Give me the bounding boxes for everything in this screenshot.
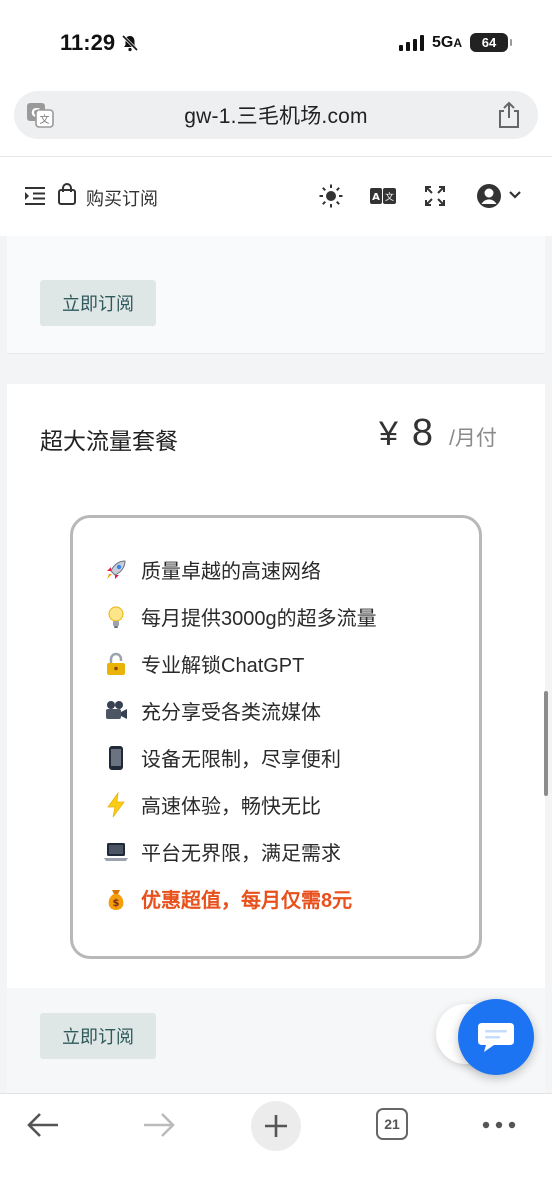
list-item: 平台无界限，满足需求 xyxy=(103,828,479,875)
plan-price: ¥ 8 /月付 xyxy=(379,412,497,455)
status-time: 11:29 xyxy=(60,30,139,56)
status-bar: 11:29 5GA 64 xyxy=(0,0,552,88)
page-title: 购买订阅 xyxy=(86,189,158,209)
feature-text: 设备无限制，尽享便利 xyxy=(141,749,341,771)
share-icon[interactable] xyxy=(496,101,522,129)
list-item: 专业解锁ChatGPT xyxy=(103,640,479,687)
subscribe-button[interactable]: 立即订阅 xyxy=(40,1013,156,1059)
price-amount: 8 xyxy=(411,412,434,454)
subscribe-button[interactable]: 立即订阅 xyxy=(40,280,156,326)
video-camera-icon xyxy=(106,700,127,719)
battery-level: 64 xyxy=(481,35,497,50)
back-arrow-icon[interactable] xyxy=(26,1110,60,1140)
feature-text: 质量卓越的高速网络 xyxy=(141,561,321,583)
rocket-icon xyxy=(107,559,126,579)
laptop-icon xyxy=(104,842,128,861)
feature-text: 高速体验，畅快无比 xyxy=(141,796,321,818)
plan-name: 超大流量套餐 xyxy=(40,428,178,454)
network-label: 5GA xyxy=(431,33,462,51)
fullscreen-icon[interactable] xyxy=(425,186,445,206)
svg-text:文: 文 xyxy=(385,191,394,203)
list-item: 充分享受各类流媒体 xyxy=(103,687,479,734)
list-item: $ 优惠超值，每月仅需8元 xyxy=(103,875,479,922)
site-header: 购买订阅 A 文 xyxy=(0,156,552,236)
menu-toggle-icon[interactable] xyxy=(24,185,46,207)
feature-list: 质量卓越的高速网络 每月提供3000g的超多流量 专业解锁ChatGPT 充分享… xyxy=(70,515,482,959)
language-icon[interactable]: A 文 xyxy=(370,187,396,205)
feature-text: 专业解锁ChatGPT xyxy=(141,655,305,677)
new-tab-button[interactable] xyxy=(251,1101,301,1151)
mobile-phone-icon xyxy=(109,745,123,770)
feature-text: 每月提供3000g的超多流量 xyxy=(141,608,377,630)
chat-support-button[interactable] xyxy=(458,999,534,1075)
lock-icon xyxy=(107,652,125,675)
svg-text:$: $ xyxy=(113,898,120,909)
url-text[interactable]: gw-1.三毛机场.com xyxy=(184,100,367,130)
list-item: 质量卓越的高速网络 xyxy=(103,546,479,593)
theme-toggle-icon[interactable] xyxy=(319,184,343,208)
user-avatar-icon[interactable] xyxy=(476,183,502,209)
feature-text: 充分享受各类流媒体 xyxy=(141,702,321,724)
address-bar[interactable]: G 文 gw-1.三毛机场.com xyxy=(14,91,538,139)
more-options-icon[interactable] xyxy=(482,1120,516,1130)
plus-icon xyxy=(265,1115,287,1137)
forward-arrow-icon[interactable] xyxy=(142,1110,176,1140)
feature-text: 优惠超值，每月仅需8元 xyxy=(141,890,353,912)
status-indicators: 5GA 64 xyxy=(398,33,512,52)
feature-text: 平台无界限，满足需求 xyxy=(141,843,341,865)
signal-icon xyxy=(398,34,424,51)
shopping-bag-icon xyxy=(58,183,76,205)
svg-text:A: A xyxy=(372,192,380,203)
translate-icon[interactable]: G 文 xyxy=(26,102,54,128)
svg-text:文: 文 xyxy=(40,113,50,126)
money-bag-icon: $ xyxy=(108,889,124,910)
status-time-text: 11:29 xyxy=(60,30,116,55)
tabs-button[interactable]: 21 xyxy=(376,1108,408,1140)
previous-plan-card-footer: 立即订阅 xyxy=(7,236,545,354)
list-item: 每月提供3000g的超多流量 xyxy=(103,593,479,640)
tabs-count-label: 21 xyxy=(384,1116,400,1132)
plan-card: 超大流量套餐 ¥ 8 /月付 质量卓越的高速网络 每月提供3000g的超多流量 … xyxy=(7,384,545,1093)
price-period: /月付 xyxy=(449,427,497,450)
plans-list: 立即订阅 超大流量套餐 ¥ 8 /月付 质量卓越的高速网络 每月提供3000g的… xyxy=(0,236,552,1093)
chat-bubble-icon xyxy=(478,1023,514,1052)
lightbulb-icon xyxy=(108,606,124,628)
list-item: 高速体验，畅快无比 xyxy=(103,781,479,828)
battery-icon: 64 xyxy=(470,33,512,52)
price-currency: ¥ xyxy=(379,415,398,453)
chevron-down-icon[interactable] xyxy=(508,190,522,200)
lightning-icon xyxy=(107,791,125,817)
browser-toolbar: 21 xyxy=(0,1093,552,1200)
list-item: 设备无限制，尽享便利 xyxy=(103,734,479,781)
bell-muted-icon xyxy=(122,34,139,52)
scrollbar[interactable] xyxy=(544,691,548,796)
